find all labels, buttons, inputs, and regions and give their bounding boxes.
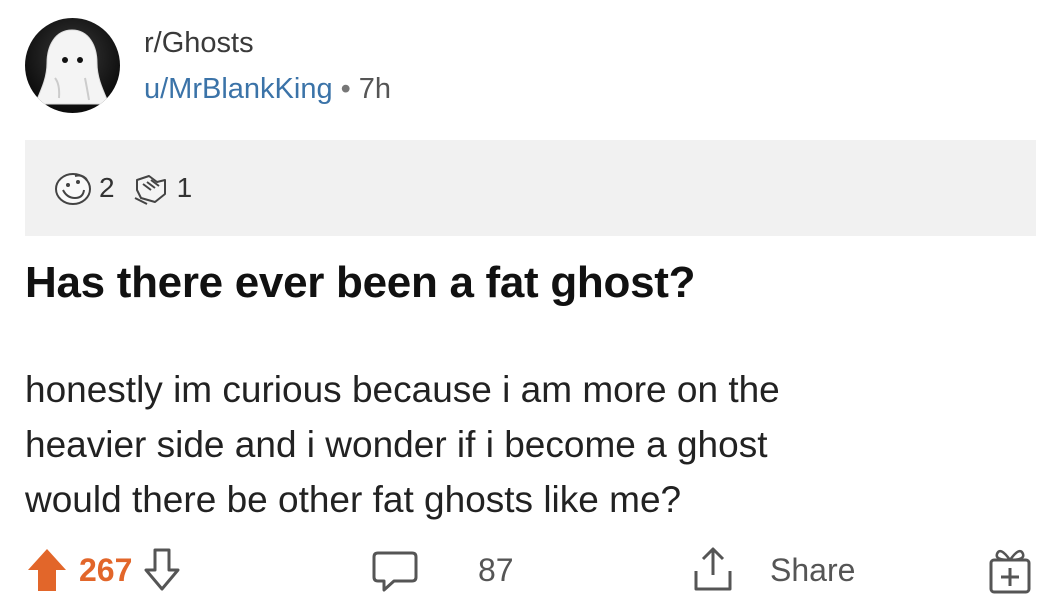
- post-body-line: would there be other fat ghosts like me?: [25, 479, 682, 520]
- downvote-arrow-icon[interactable]: [140, 546, 184, 594]
- give-award-button[interactable]: [985, 540, 1035, 600]
- comment-count: 87: [478, 551, 514, 588]
- award-item[interactable]: 1: [131, 168, 193, 208]
- subreddit-avatar[interactable]: [25, 18, 120, 113]
- author-line: u/MrBlankKing • 7h: [144, 72, 391, 106]
- post-title[interactable]: Has there ever been a fat ghost?: [25, 258, 695, 308]
- subreddit-name[interactable]: r/Ghosts: [144, 26, 391, 60]
- post-body-line: honestly im curious because i am more on…: [25, 369, 780, 410]
- meta-separator: •: [340, 72, 351, 105]
- award-item[interactable]: 2: [53, 168, 115, 208]
- comments-button[interactable]: 87: [370, 540, 514, 600]
- post-header: r/Ghosts u/MrBlankKing • 7h: [25, 18, 391, 113]
- post-body-line: heavier side and i wonder if i become a …: [25, 424, 768, 465]
- author-name[interactable]: u/MrBlankKing: [144, 73, 333, 105]
- post-meta: r/Ghosts u/MrBlankKing • 7h: [144, 26, 391, 106]
- handshake-award-icon: [134, 175, 166, 205]
- vote-count: 267: [79, 551, 133, 588]
- share-upload-icon: [694, 547, 732, 591]
- gift-award-icon: [989, 549, 1031, 594]
- awards-bar[interactable]: 2 1: [25, 140, 1036, 236]
- ghost-icon: [34, 29, 110, 105]
- post-age: 7h: [358, 72, 392, 105]
- comment-bubble-icon: [372, 551, 418, 592]
- share-label: Share: [770, 551, 856, 588]
- award-count: 1: [176, 172, 193, 203]
- vote-group: 267: [25, 540, 184, 600]
- award-count: 2: [99, 172, 115, 203]
- wholesome-award-icon: [55, 173, 91, 205]
- post-actions: 267 87 Share: [25, 540, 1045, 600]
- upvote-arrow-icon[interactable]: [25, 546, 69, 594]
- post-body: honestly im curious because i am more on…: [25, 362, 1025, 527]
- reddit-post: r/Ghosts u/MrBlankKing • 7h 2 1 Has ther…: [0, 0, 1056, 613]
- share-button[interactable]: Share: [690, 540, 855, 600]
